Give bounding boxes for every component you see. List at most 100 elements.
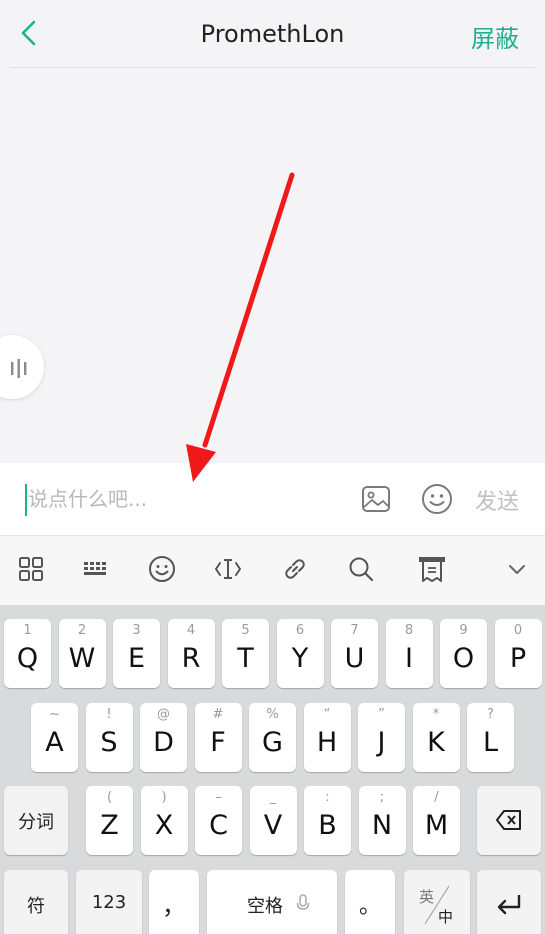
enter-key[interactable] [477, 870, 541, 934]
key-secondary-label: % [266, 707, 279, 722]
key-label: J [377, 727, 386, 758]
backspace-icon [496, 810, 521, 830]
key-z[interactable]: (Z [86, 786, 133, 855]
key-secondary-label: / [434, 790, 439, 805]
grid-icon[interactable] [16, 554, 46, 584]
keyboard: 1Q2W3E4R5T6Y7U8I9O0P ~ A! S @ D # F% G “H” J * K? L … [0, 605, 545, 934]
emoji-icon[interactable] [421, 483, 453, 515]
page-title: PromethLon [200, 20, 345, 48]
key-label: K [427, 727, 445, 758]
key-secondary-label: ” [378, 707, 385, 722]
key-m[interactable]: / M [413, 786, 460, 855]
key-j[interactable]: ” J [358, 703, 405, 772]
chevron-down-icon[interactable] [502, 554, 532, 584]
key-label: Z [100, 810, 119, 841]
comma-key[interactable]: ， [149, 870, 199, 934]
key-s[interactable]: ! S [85, 703, 133, 772]
key-l[interactable]: ? L [467, 703, 514, 772]
key-label: F [210, 727, 226, 758]
numbers-key[interactable]: 123 [76, 870, 142, 934]
key-secondary-label: 2 [77, 623, 87, 638]
key-secondary-label: 7 [350, 623, 359, 638]
key-x[interactable]: ) X [140, 786, 188, 855]
floating-side-handle[interactable] [0, 335, 44, 399]
segment-key[interactable]: 分词 [4, 786, 68, 855]
numbers-key-label: 123 [91, 892, 127, 913]
text-caret [25, 484, 27, 516]
message-input[interactable] [28, 480, 348, 518]
key-g[interactable]: % G [249, 703, 296, 772]
key-p[interactable]: 0P [494, 619, 542, 688]
symbol-key-label: 符 [27, 896, 45, 917]
sticker-emoji-icon[interactable] [147, 554, 177, 584]
key-r[interactable]: 4R [167, 619, 215, 688]
key-f[interactable]: # F [194, 703, 242, 772]
key-a[interactable]: ~ A [31, 703, 78, 772]
key-h[interactable]: “H [303, 703, 351, 772]
key-label: M [424, 810, 449, 841]
key-secondary-label: ? [487, 707, 494, 722]
keyboard-icon[interactable] [81, 554, 111, 584]
key-secondary-label: “ [323, 707, 331, 722]
space-key[interactable]: 空格 [207, 870, 337, 934]
key-secondary-label: 1 [23, 623, 32, 638]
backspace-key[interactable] [477, 786, 541, 855]
key-label: G [262, 727, 283, 758]
cursor-move-icon[interactable] [213, 554, 243, 584]
key-label: H [316, 727, 338, 758]
key-label: S [100, 727, 118, 758]
space-key-label: 空格 [247, 896, 283, 917]
key-secondary-label: 5 [241, 623, 250, 638]
key-label: I [405, 643, 413, 674]
key-secondary-label: ~ [49, 707, 60, 722]
key-n[interactable]: ; N [358, 786, 406, 855]
key-secondary-label: ; [379, 790, 385, 805]
send-button[interactable]: 发送 [475, 484, 519, 516]
key-t[interactable]: 5T [222, 619, 269, 688]
key-secondary-label: – [215, 790, 222, 805]
key-secondary-label: 6 [295, 623, 305, 638]
key-secondary-label: # [212, 707, 224, 722]
key-label: P [509, 643, 527, 674]
key-label: N [371, 810, 393, 841]
key-label: L [482, 727, 499, 758]
key-q[interactable]: 1Q [4, 619, 51, 688]
key-b[interactable]: :B [304, 786, 351, 855]
key-label: B [318, 810, 337, 841]
receipt-icon[interactable] [417, 554, 447, 584]
key-label: X [154, 810, 174, 841]
key-secondary-label: 8 [404, 623, 414, 638]
language-chinese-label: 中 [438, 908, 454, 926]
search-icon[interactable] [346, 554, 376, 584]
key-label: W [68, 643, 96, 674]
key-label: R [181, 643, 201, 674]
segment-key-label: 分词 [18, 812, 54, 833]
key-y[interactable]: 6Y [276, 619, 324, 688]
block-button[interactable]: 屏蔽 [471, 19, 519, 54]
image-icon[interactable] [360, 483, 392, 515]
key-secondary-label: ( [106, 790, 113, 805]
microphone-icon [296, 894, 310, 910]
link-icon[interactable] [280, 554, 310, 584]
key-label: Q [16, 643, 39, 674]
key-i[interactable]: 8I [385, 619, 433, 688]
language-switch-key[interactable]: 英 中 [404, 870, 470, 934]
key-v[interactable]: _ V [249, 786, 297, 855]
period-key[interactable]: 。 [345, 870, 395, 934]
chat-area [0, 68, 545, 463]
key-secondary-label: : [325, 790, 330, 805]
symbol-key[interactable]: 符 [4, 870, 68, 934]
key-u[interactable]: 7U [331, 619, 378, 688]
key-o[interactable]: 9O [440, 619, 487, 688]
key-k[interactable]: * K [412, 703, 460, 772]
key-c[interactable]: – C [195, 786, 242, 855]
key-e[interactable]: 3E [113, 619, 160, 688]
key-d[interactable]: @ D [140, 703, 187, 772]
key-secondary-label: 3 [132, 623, 141, 638]
key-secondary-label: 4 [186, 623, 196, 638]
key-secondary-label: ! [106, 707, 112, 722]
period-key-label: 。 [358, 894, 381, 919]
key-label: D [153, 727, 174, 758]
key-w[interactable]: 2W [58, 619, 106, 688]
key-label: O [452, 643, 475, 674]
